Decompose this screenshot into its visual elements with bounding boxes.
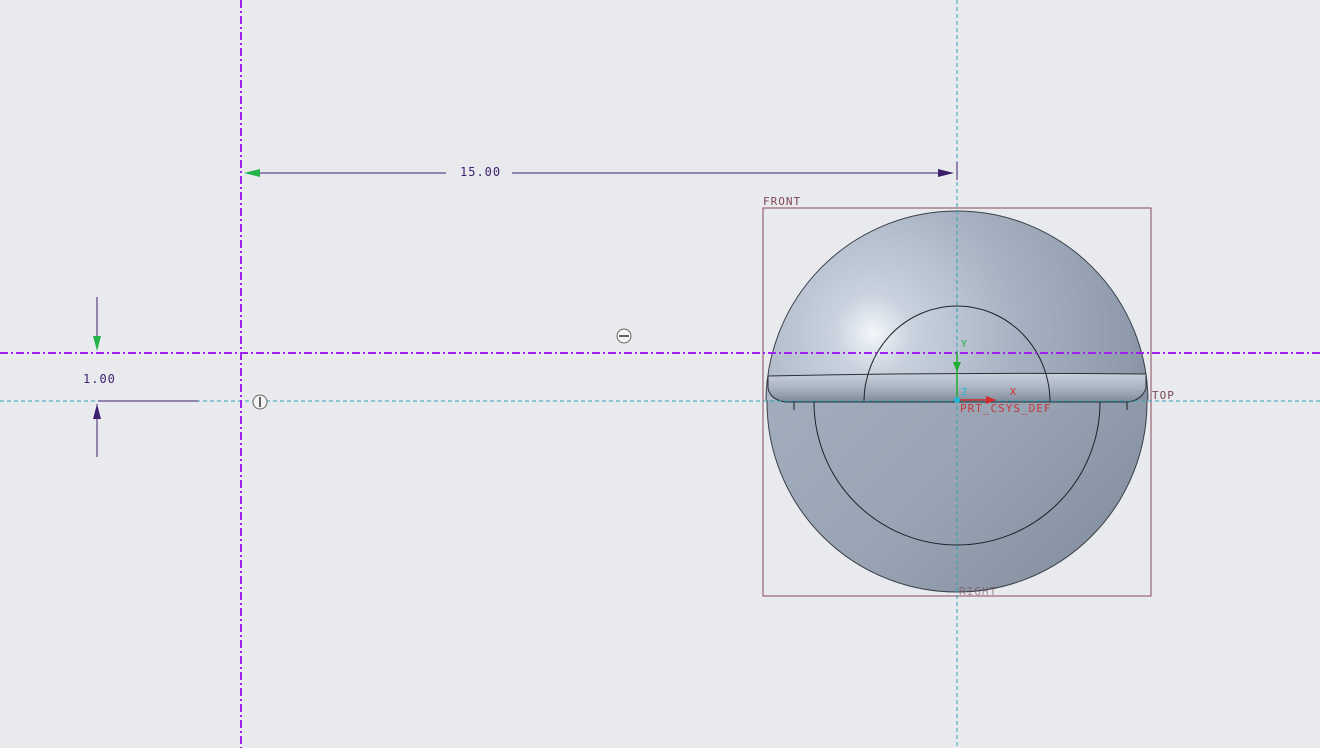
arrow-left-icon [244, 169, 260, 177]
dimension-vertical-value[interactable]: 1.00 [81, 373, 118, 385]
arrow-down-icon [93, 336, 101, 351]
datum-plane-front-label[interactable]: FRONT [763, 196, 801, 208]
horizontal-constraint-icon[interactable] [616, 328, 632, 344]
model-scene[interactable] [0, 0, 1320, 748]
dimension-horizontal-value[interactable]: 15.00 [458, 166, 504, 178]
vertical-constraint-icon[interactable] [252, 394, 268, 410]
graphics-viewport[interactable]: 15.00 1.00 FRONT TOP RIGHT PRT_CSYS_DEF … [0, 0, 1320, 748]
csys-axis-z-label: Z [961, 387, 969, 398]
datum-plane-right-label[interactable]: RIGHT [959, 586, 997, 598]
csys-axis-x-label: X [1010, 387, 1018, 398]
arrow-right-icon [938, 169, 954, 177]
datum-plane-top-label[interactable]: TOP [1152, 390, 1175, 402]
arrow-up-icon [93, 404, 101, 419]
csys-name-label[interactable]: PRT_CSYS_DEF [960, 403, 1051, 415]
dimension-horizontal[interactable] [244, 162, 958, 180]
csys-axis-y-label: Y [961, 339, 969, 350]
